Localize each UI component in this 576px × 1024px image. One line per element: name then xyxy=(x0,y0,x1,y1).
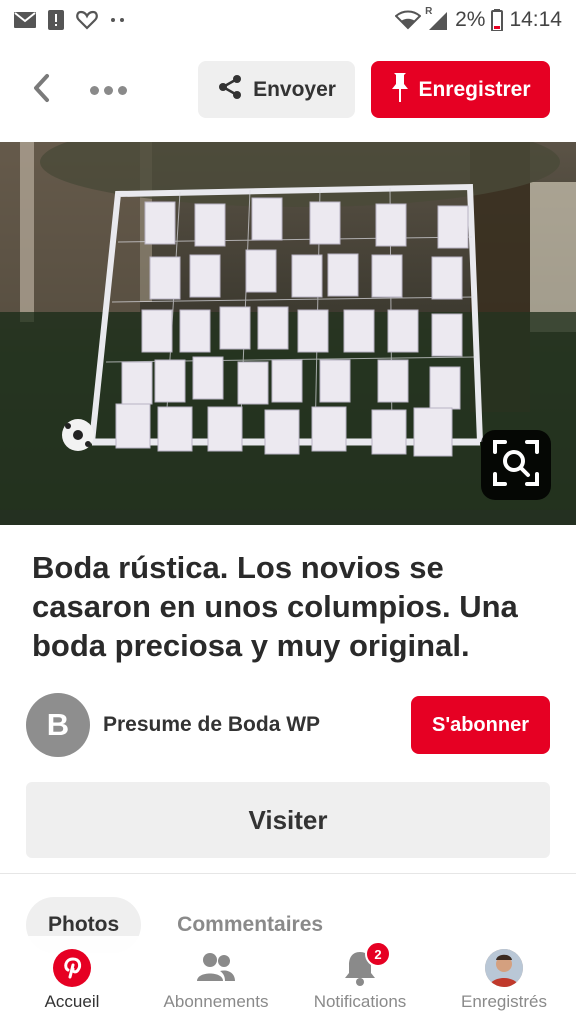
more-icon-dot xyxy=(89,85,99,95)
people-icon xyxy=(195,947,237,989)
clock: 14:14 xyxy=(509,8,562,31)
more-icon-dot xyxy=(103,85,113,95)
pin-toolbar: Envoyer Enregistrer xyxy=(0,40,576,140)
mail-icon xyxy=(14,12,36,28)
send-label: Envoyer xyxy=(253,77,336,101)
profile-icon xyxy=(483,947,525,989)
pinterest-icon xyxy=(51,947,93,989)
save-label: Enregistrer xyxy=(418,77,531,101)
battery-percent: 2% xyxy=(455,8,486,31)
bell-icon: 2 xyxy=(339,941,391,989)
nav-item-notifications[interactable]: 2 Notifications xyxy=(288,936,432,1024)
nav-label-following: Abonnements xyxy=(163,992,269,1011)
save-button[interactable]: Enregistrer xyxy=(371,61,550,118)
wifi-icon xyxy=(395,10,422,30)
nav-item-following[interactable]: Abonnements xyxy=(144,936,288,1024)
signal-letter: R xyxy=(425,6,433,17)
more-options-button[interactable] xyxy=(86,70,130,110)
divider xyxy=(0,873,576,874)
notification-badge: 2 xyxy=(365,941,391,967)
signal-icon: R xyxy=(425,6,449,30)
nav-label-notifications: Notifications xyxy=(313,992,407,1011)
profile-avatar xyxy=(485,949,523,987)
nav-label-saved: Enregistrés xyxy=(461,992,547,1011)
nav-label-home: Accueil xyxy=(44,992,100,1011)
nav-item-saved[interactable]: Enregistrés xyxy=(432,936,576,1024)
creator-avatar[interactable]: B xyxy=(26,693,90,757)
more-icon-dot xyxy=(117,85,127,95)
nav-item-home[interactable]: Accueil xyxy=(0,936,144,1024)
creator-name[interactable]: Presume de Boda WP xyxy=(103,713,320,737)
visit-button[interactable]: Visiter xyxy=(26,782,550,858)
pin-icon xyxy=(390,71,410,109)
heart-icon xyxy=(76,10,98,30)
follow-button[interactable]: S'abonner xyxy=(411,696,550,754)
lens-search-icon xyxy=(493,439,539,491)
back-icon xyxy=(32,73,50,108)
bottom-nav: Accueil Abonnements 2 Notifications Enre… xyxy=(0,936,576,1024)
status-right: R 2% 14:14 xyxy=(395,6,562,32)
share-icon xyxy=(217,74,243,106)
back-button[interactable] xyxy=(26,70,56,110)
status-left xyxy=(14,10,126,30)
alert-icon xyxy=(48,10,64,30)
status-bar: R 2% 14:14 xyxy=(0,0,576,40)
pin-title: Boda rústica. Los novios se casaron en u… xyxy=(32,550,518,663)
send-button[interactable]: Envoyer xyxy=(198,61,355,118)
visual-search-button[interactable] xyxy=(481,430,551,500)
dots-icon xyxy=(110,17,126,23)
creator-row: B Presume de Boda WP S'abonner xyxy=(26,692,550,758)
battery-icon xyxy=(491,9,504,31)
